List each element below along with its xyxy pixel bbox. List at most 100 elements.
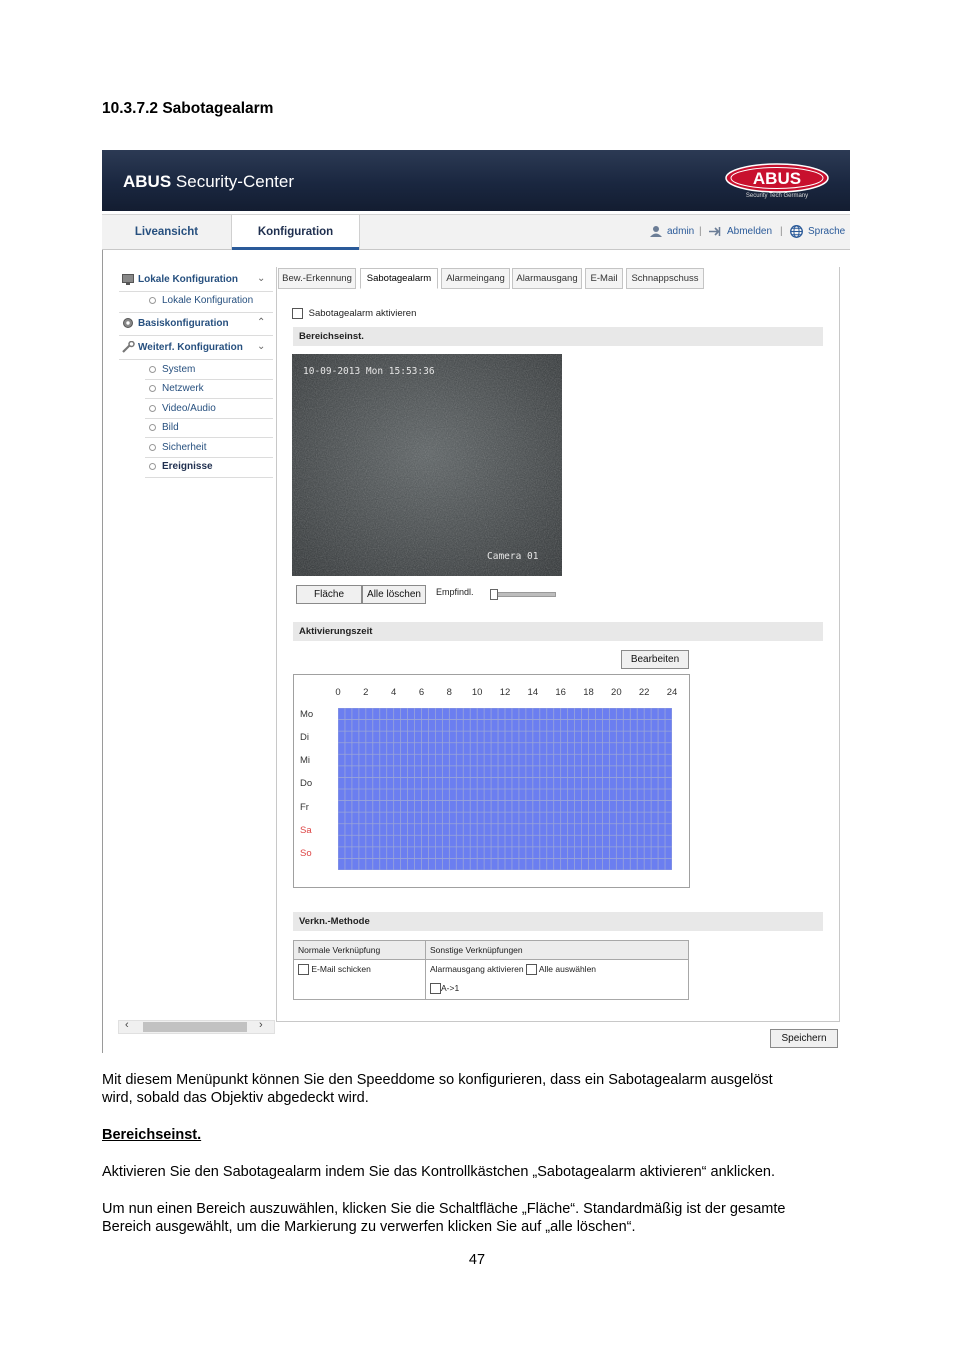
gear-icon — [123, 318, 133, 328]
divider — [145, 457, 273, 458]
osd-camera-name: Camera 01 — [487, 551, 539, 562]
hour-label: 10 — [471, 687, 483, 698]
area-button[interactable]: Fläche — [296, 585, 362, 604]
column-divider — [425, 941, 426, 999]
sidebar-item-events[interactable]: Ereignisse — [149, 461, 213, 472]
email-checkbox[interactable] — [298, 964, 309, 976]
chevron-down-icon[interactable]: ⌄ — [257, 273, 265, 284]
paragraph-activate: Aktivieren Sie den Sabotagealarm indem S… — [102, 1164, 776, 1180]
alarm-output-row: Alarmausgang aktivieren Alle auswählen — [430, 964, 597, 976]
tab-email[interactable]: E-Mail — [585, 268, 623, 289]
nav-konfiguration[interactable]: Konfiguration — [231, 215, 360, 250]
hour-label: 24 — [666, 687, 678, 698]
wrench-icon — [122, 341, 135, 353]
sidebar-item-local[interactable]: Lokale Konfiguration — [138, 274, 238, 285]
day-label: Sa — [300, 824, 312, 836]
tab-alarm-input[interactable]: Alarmeingang — [441, 268, 510, 289]
email-row[interactable]: E-Mail schicken — [298, 964, 371, 976]
paragraph-line: Um nun einen Bereich auszuwählen, klicke… — [102, 1201, 786, 1217]
tab-motion-detection[interactable]: Bew.-Erkennung — [278, 268, 356, 289]
sidebar-subitem-local[interactable]: Lokale Konfiguration — [149, 295, 253, 306]
output-checkbox[interactable] — [430, 983, 441, 995]
enable-tamper-row[interactable]: Sabotagealarm aktivieren — [292, 308, 416, 319]
scroll-left-icon[interactable]: ‹ — [125, 1019, 129, 1031]
output-row[interactable]: A->1 — [430, 983, 459, 995]
sidebar-item-security[interactable]: Sicherheit — [149, 442, 206, 453]
chevron-up-icon[interactable]: ⌃ — [257, 317, 265, 328]
logo-subtitle: Security Tech Germany — [745, 193, 809, 199]
logout-link[interactable]: Abmelden — [727, 215, 772, 249]
bullet-icon — [149, 462, 156, 470]
sidebar-item-label: Netzwerk — [162, 383, 204, 394]
video-texture — [292, 354, 562, 576]
divider — [145, 418, 273, 419]
sidebar-item-video-audio[interactable]: Video/Audio — [149, 403, 216, 414]
nav-liveansicht[interactable]: Liveansicht — [102, 215, 231, 249]
tab-alarm-output[interactable]: Alarmausgang — [512, 268, 582, 289]
paragraph-area: Um nun einen Bereich auszuwählen, klicke… — [102, 1200, 882, 1236]
paragraph-line: Bereich ausgewählt, um die Markierung zu… — [102, 1219, 636, 1235]
col-normal-linkage: Normale Verknüpfung — [298, 945, 381, 955]
paragraph-intro: Mit diesem Menüpunkt können Sie den Spee… — [102, 1071, 882, 1107]
nav-separator: | — [780, 226, 783, 237]
col-other-linkage: Sonstige Verknüpfungen — [430, 945, 523, 955]
divider — [119, 335, 273, 336]
sensitivity-slider[interactable] — [490, 589, 556, 600]
monitor-icon — [122, 274, 134, 285]
chevron-down-icon[interactable]: ⌄ — [257, 341, 265, 352]
edit-button[interactable]: Bearbeiten — [621, 650, 689, 669]
schedule-table[interactable]: 0 2 4 6 8 10 12 14 16 18 20 22 24 Mo Di Mi Do Fr Sa So — [293, 674, 690, 888]
globe-icon — [790, 225, 803, 238]
main-nav: Liveansicht Konfiguration admin | Abmeld… — [102, 214, 850, 250]
schedule-header: Aktivierungszeit — [293, 622, 823, 641]
clear-all-button[interactable]: Alle löschen — [362, 585, 426, 604]
page-number: 47 — [468, 1252, 486, 1268]
divider — [145, 379, 273, 380]
abus-logo-icon: ABUS — [725, 163, 829, 193]
sidebar-item-label: Ereignisse — [162, 461, 213, 472]
hour-label: 6 — [418, 687, 425, 698]
paragraph-line: Mit diesem Menüpunkt können Sie den Spee… — [102, 1072, 773, 1088]
sidebar-subitem-label: Lokale Konfiguration — [162, 295, 254, 306]
sidebar-item-network[interactable]: Netzwerk — [149, 383, 204, 394]
day-label: Fr — [300, 801, 309, 813]
bullet-icon — [149, 296, 156, 304]
enable-tamper-checkbox[interactable] — [292, 308, 303, 319]
divider — [119, 312, 273, 313]
sidebar-item-system[interactable]: System — [149, 364, 195, 375]
day-label: So — [300, 847, 312, 859]
bullet-icon — [149, 423, 156, 431]
sensitivity-slider-handle[interactable] — [490, 589, 498, 600]
sidebar-item-basic[interactable]: Basiskonfiguration — [138, 318, 229, 329]
nav-separator: | — [699, 226, 702, 237]
tab-tamper-alarm[interactable]: Sabotagealarm — [360, 268, 438, 289]
day-label: Mo — [300, 709, 314, 720]
horizontal-scrollbar[interactable]: ‹ › — [118, 1019, 275, 1034]
language-link[interactable]: Sprache — [808, 215, 845, 249]
divider — [145, 398, 273, 399]
brand-bold: ABUS — [123, 172, 172, 191]
sensitivity-label: Empfindl. — [436, 587, 474, 597]
hour-label: 20 — [611, 687, 622, 698]
schedule-grid[interactable] — [338, 708, 672, 870]
area-settings-header: Bereichseinst. — [293, 327, 823, 346]
day-label: Mi — [300, 755, 311, 767]
sidebar-item-image[interactable]: Bild — [149, 422, 179, 433]
video-preview[interactable]: 10-09-2013 Mon 15:53:36 Camera 01 — [292, 354, 562, 576]
select-all-label: Alle auswählen — [538, 964, 597, 974]
hour-label: 16 — [555, 687, 566, 698]
save-button[interactable]: Speichern — [770, 1029, 838, 1048]
sidebar: Lokale Konfiguration ⌄ Lokale Konfigurat… — [102, 250, 275, 1053]
sidebar-item-advanced[interactable]: Weiterf. Konfiguration — [138, 342, 243, 353]
hour-label: 8 — [446, 687, 452, 698]
enable-tamper-label: Sabotagealarm aktivieren — [308, 308, 417, 320]
divider — [145, 477, 273, 478]
osd-datetime: 10-09-2013 Mon 15:53:36 — [303, 366, 435, 377]
hour-label: 2 — [363, 687, 369, 698]
scrollbar-thumb[interactable] — [143, 1022, 247, 1032]
tab-snapshot[interactable]: Schnappschuss — [626, 268, 704, 289]
subheading-area-settings: Bereichseinst. — [102, 1127, 202, 1143]
scroll-right-icon[interactable]: › — [259, 1019, 263, 1031]
logo-text: ABUS — [753, 169, 801, 188]
select-all-checkbox[interactable] — [525, 964, 537, 976]
